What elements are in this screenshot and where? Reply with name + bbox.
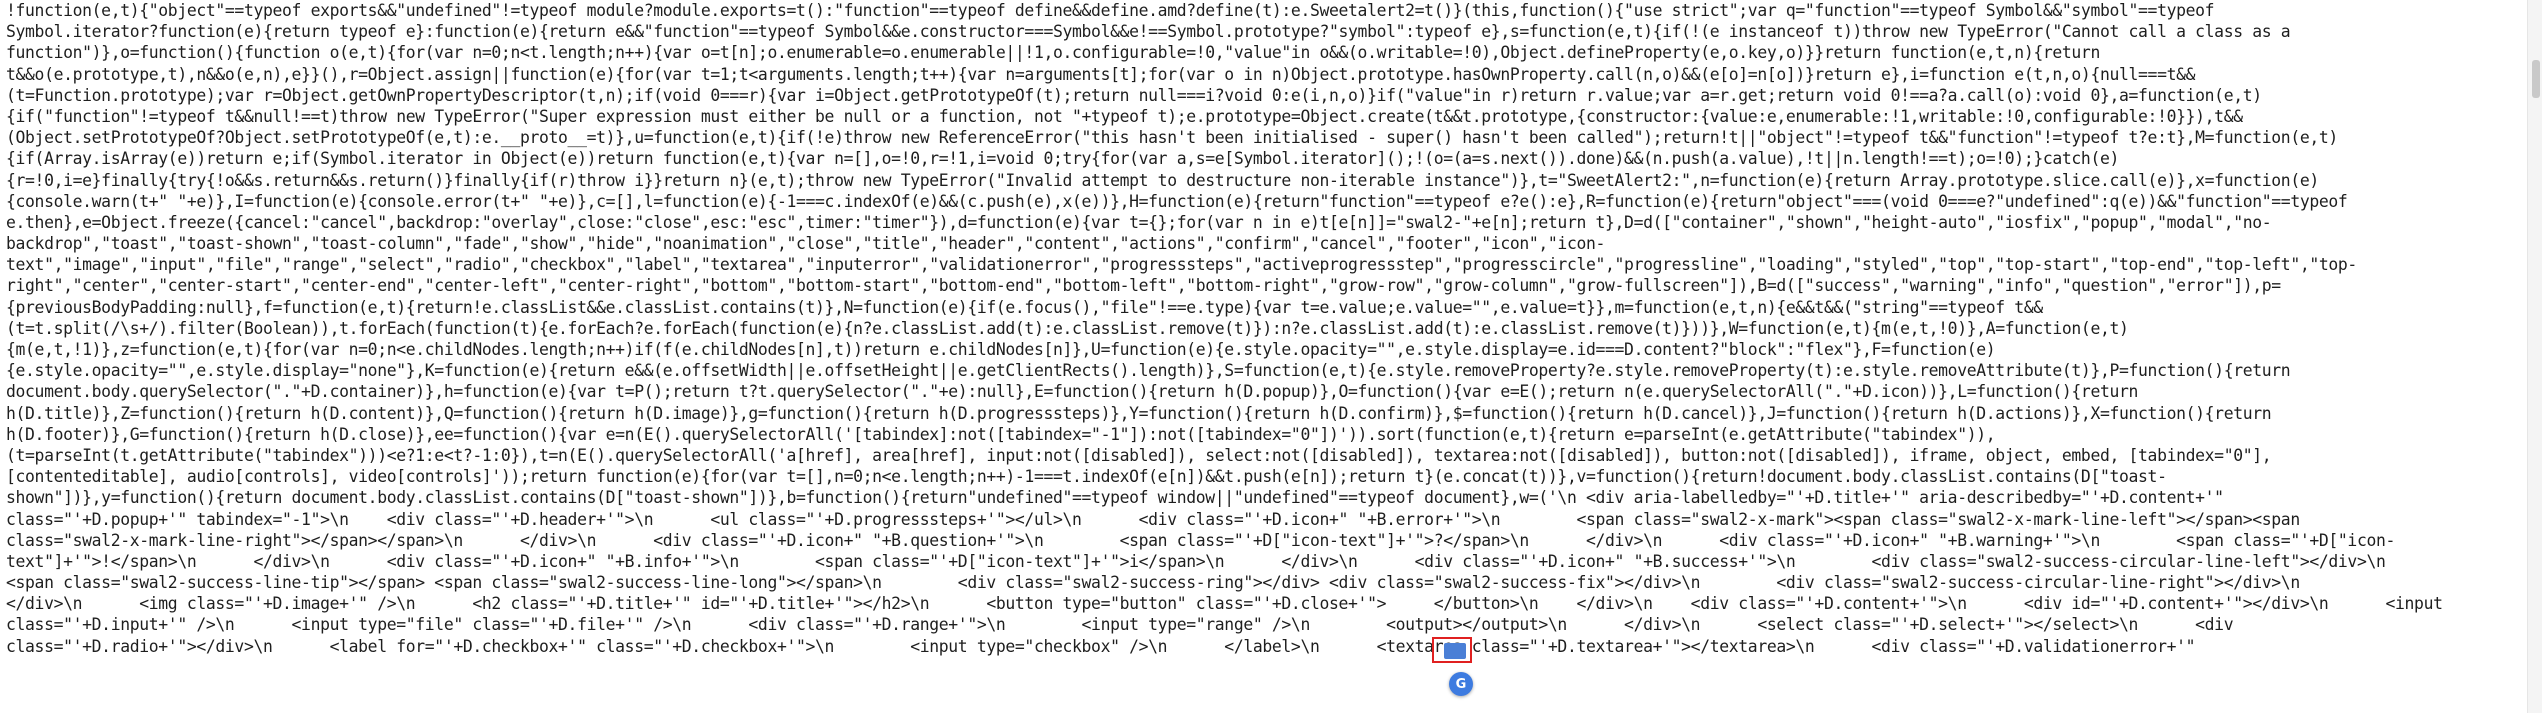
code-line: {console.warn(t+" "+e)},I=function(e){co… xyxy=(6,191,2348,211)
code-line: document.body.querySelector("."+D.contai… xyxy=(6,382,2139,402)
code-line: e.then},e=Object.freeze({cancel:"cancel"… xyxy=(6,212,2272,232)
code-line: [contenteditable], audio[controls], vide… xyxy=(6,467,2167,487)
code-line: (t=parseInt(t.getAttribute("tabindex")))… xyxy=(6,445,2272,465)
code-line: </div>\n <img class="'+D.image+'" />\n <… xyxy=(6,594,2443,614)
code-line: backdrop","toast","toast-shown","toast-c… xyxy=(6,234,1606,254)
code-line: {m(e,t,!1)},z=function(e,t){for(var n=0;… xyxy=(6,340,1996,359)
code-line: class="'+D.radio+'"></div>\n <label for=… xyxy=(6,636,2196,656)
code-line: {e.style.opacity="",e.style.display="non… xyxy=(6,361,2291,381)
code-line: shown"])},y=function(){return document.b… xyxy=(6,488,2224,508)
code-line: text"]+'">!</span>\n </div>\n <div class… xyxy=(6,551,2386,571)
code-line: Symbol.iterator?function(e){return typeo… xyxy=(6,22,2291,42)
source-code-viewer[interactable]: !function(e,t){"object"==typeof exports&… xyxy=(0,0,2526,713)
code-line: class="'+D.input+'" />\n <input type="fi… xyxy=(6,615,2234,635)
code-line: class="'+D.popup+'" tabindex="-1">\n <di… xyxy=(6,509,2300,529)
code-line: {r=!0,i=e}finally{try{!o&&s.return&&s.re… xyxy=(6,170,2319,190)
code-line: t&&o(e.prototype,t),n&&o(e,n),e}}(),r=Ob… xyxy=(6,64,2196,84)
code-line: h(D.footer)},G=function(){return h(D.clo… xyxy=(6,424,1996,444)
code-line: {previousBodyPadding:null},f=function(e,… xyxy=(6,297,2043,317)
code-line: {if("function"!=typeof t&&null!==t)throw… xyxy=(6,106,2243,126)
selected-glyph xyxy=(1444,643,1466,659)
code-line: <span class="swal2-success-line-tip"></s… xyxy=(6,573,2300,593)
code-line: (t=Function.prototype);var r=Object.getO… xyxy=(6,85,2262,105)
code-line: right","center","center-start","center-e… xyxy=(6,276,2281,296)
translate-icon[interactable]: G xyxy=(1449,672,1473,696)
code-line: !function(e,t){"object"==typeof exports&… xyxy=(6,1,2215,20)
code-block: !function(e,t){"object"==typeof exports&… xyxy=(6,0,2522,657)
code-line: text","image","input","file","range","se… xyxy=(6,255,2357,275)
code-line: function")},o=function(){function o(e,t)… xyxy=(6,43,2100,63)
code-line: class="swal2-x-mark-line-right"></span><… xyxy=(6,530,2396,550)
scrollbar-thumb[interactable] xyxy=(2532,60,2540,98)
code-line: {if(Array.isArray(e))return e;if(Symbol.… xyxy=(6,149,2119,169)
code-line: h(D.title)},Z=function(){return h(D.cont… xyxy=(6,403,2272,423)
code-line: (Object.setPrototypeOf?Object.setPrototy… xyxy=(6,128,2338,148)
code-line: (t=t.split(/\s+/).filter(Boolean)),t.for… xyxy=(6,318,2129,338)
vertical-scrollbar[interactable] xyxy=(2527,0,2542,713)
